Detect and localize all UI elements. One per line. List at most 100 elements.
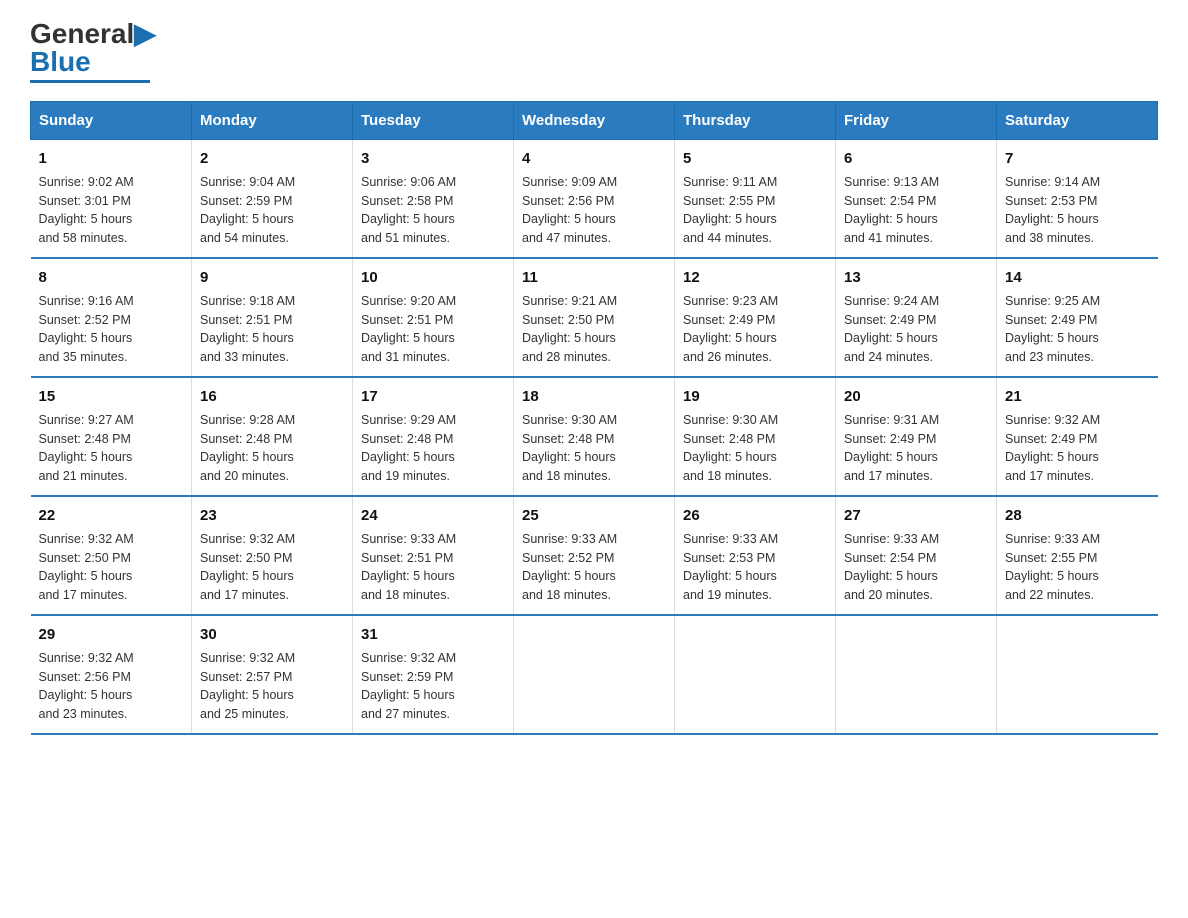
day-info: Sunrise: 9:28 AMSunset: 2:48 PMDaylight:…: [200, 413, 295, 483]
day-info: Sunrise: 9:14 AMSunset: 2:53 PMDaylight:…: [1005, 175, 1100, 245]
day-info: Sunrise: 9:09 AMSunset: 2:56 PMDaylight:…: [522, 175, 617, 245]
calendar-cell: 7 Sunrise: 9:14 AMSunset: 2:53 PMDayligh…: [997, 140, 1158, 259]
day-number: 7: [1005, 148, 1150, 169]
day-number: 6: [844, 148, 988, 169]
day-number: 24: [361, 505, 505, 526]
calendar-cell: 24 Sunrise: 9:33 AMSunset: 2:51 PMDaylig…: [353, 496, 514, 615]
day-info: Sunrise: 9:30 AMSunset: 2:48 PMDaylight:…: [683, 413, 778, 483]
calendar-cell: [675, 615, 836, 734]
day-number: 12: [683, 267, 827, 288]
day-info: Sunrise: 9:21 AMSunset: 2:50 PMDaylight:…: [522, 294, 617, 364]
calendar-cell: 9 Sunrise: 9:18 AMSunset: 2:51 PMDayligh…: [192, 258, 353, 377]
day-info: Sunrise: 9:24 AMSunset: 2:49 PMDaylight:…: [844, 294, 939, 364]
day-number: 3: [361, 148, 505, 169]
calendar-cell: 30 Sunrise: 9:32 AMSunset: 2:57 PMDaylig…: [192, 615, 353, 734]
calendar-cell: 22 Sunrise: 9:32 AMSunset: 2:50 PMDaylig…: [31, 496, 192, 615]
calendar-cell: 2 Sunrise: 9:04 AMSunset: 2:59 PMDayligh…: [192, 140, 353, 259]
calendar-week-row: 1 Sunrise: 9:02 AMSunset: 3:01 PMDayligh…: [31, 140, 1158, 259]
logo: General▶Blue: [30, 20, 156, 83]
calendar-cell: 23 Sunrise: 9:32 AMSunset: 2:50 PMDaylig…: [192, 496, 353, 615]
calendar-cell: 1 Sunrise: 9:02 AMSunset: 3:01 PMDayligh…: [31, 140, 192, 259]
day-info: Sunrise: 9:33 AMSunset: 2:54 PMDaylight:…: [844, 532, 939, 602]
day-info: Sunrise: 9:30 AMSunset: 2:48 PMDaylight:…: [522, 413, 617, 483]
day-number: 15: [39, 386, 184, 407]
day-number: 21: [1005, 386, 1150, 407]
calendar-cell: 8 Sunrise: 9:16 AMSunset: 2:52 PMDayligh…: [31, 258, 192, 377]
calendar-cell: 11 Sunrise: 9:21 AMSunset: 2:50 PMDaylig…: [514, 258, 675, 377]
day-number: 13: [844, 267, 988, 288]
day-header-friday: Friday: [836, 102, 997, 140]
day-number: 28: [1005, 505, 1150, 526]
day-number: 20: [844, 386, 988, 407]
day-number: 8: [39, 267, 184, 288]
day-number: 27: [844, 505, 988, 526]
logo-underline: [30, 80, 150, 83]
day-info: Sunrise: 9:33 AMSunset: 2:53 PMDaylight:…: [683, 532, 778, 602]
calendar-week-row: 15 Sunrise: 9:27 AMSunset: 2:48 PMDaylig…: [31, 377, 1158, 496]
day-info: Sunrise: 9:25 AMSunset: 2:49 PMDaylight:…: [1005, 294, 1100, 364]
day-header-saturday: Saturday: [997, 102, 1158, 140]
day-number: 17: [361, 386, 505, 407]
day-info: Sunrise: 9:32 AMSunset: 2:50 PMDaylight:…: [200, 532, 295, 602]
calendar-cell: 6 Sunrise: 9:13 AMSunset: 2:54 PMDayligh…: [836, 140, 997, 259]
calendar-cell: 21 Sunrise: 9:32 AMSunset: 2:49 PMDaylig…: [997, 377, 1158, 496]
day-number: 26: [683, 505, 827, 526]
day-info: Sunrise: 9:13 AMSunset: 2:54 PMDaylight:…: [844, 175, 939, 245]
calendar-cell: [997, 615, 1158, 734]
page-header: General▶Blue: [30, 20, 1158, 83]
day-number: 14: [1005, 267, 1150, 288]
day-header-thursday: Thursday: [675, 102, 836, 140]
day-info: Sunrise: 9:32 AMSunset: 2:49 PMDaylight:…: [1005, 413, 1100, 483]
calendar-cell: 10 Sunrise: 9:20 AMSunset: 2:51 PMDaylig…: [353, 258, 514, 377]
day-info: Sunrise: 9:11 AMSunset: 2:55 PMDaylight:…: [683, 175, 777, 245]
day-info: Sunrise: 9:33 AMSunset: 2:55 PMDaylight:…: [1005, 532, 1100, 602]
calendar-cell: 4 Sunrise: 9:09 AMSunset: 2:56 PMDayligh…: [514, 140, 675, 259]
day-info: Sunrise: 9:16 AMSunset: 2:52 PMDaylight:…: [39, 294, 134, 364]
calendar-cell: 31 Sunrise: 9:32 AMSunset: 2:59 PMDaylig…: [353, 615, 514, 734]
calendar-cell: 25 Sunrise: 9:33 AMSunset: 2:52 PMDaylig…: [514, 496, 675, 615]
day-number: 11: [522, 267, 666, 288]
day-number: 1: [39, 148, 184, 169]
calendar-cell: 14 Sunrise: 9:25 AMSunset: 2:49 PMDaylig…: [997, 258, 1158, 377]
calendar-cell: 15 Sunrise: 9:27 AMSunset: 2:48 PMDaylig…: [31, 377, 192, 496]
day-info: Sunrise: 9:20 AMSunset: 2:51 PMDaylight:…: [361, 294, 456, 364]
calendar-cell: 20 Sunrise: 9:31 AMSunset: 2:49 PMDaylig…: [836, 377, 997, 496]
day-info: Sunrise: 9:33 AMSunset: 2:52 PMDaylight:…: [522, 532, 617, 602]
day-number: 5: [683, 148, 827, 169]
day-number: 18: [522, 386, 666, 407]
day-number: 2: [200, 148, 344, 169]
calendar-week-row: 8 Sunrise: 9:16 AMSunset: 2:52 PMDayligh…: [31, 258, 1158, 377]
calendar-header-row: SundayMondayTuesdayWednesdayThursdayFrid…: [31, 102, 1158, 140]
day-number: 9: [200, 267, 344, 288]
day-info: Sunrise: 9:23 AMSunset: 2:49 PMDaylight:…: [683, 294, 778, 364]
calendar-cell: [836, 615, 997, 734]
day-info: Sunrise: 9:29 AMSunset: 2:48 PMDaylight:…: [361, 413, 456, 483]
day-info: Sunrise: 9:04 AMSunset: 2:59 PMDaylight:…: [200, 175, 295, 245]
day-number: 10: [361, 267, 505, 288]
calendar-cell: 28 Sunrise: 9:33 AMSunset: 2:55 PMDaylig…: [997, 496, 1158, 615]
calendar-cell: 17 Sunrise: 9:29 AMSunset: 2:48 PMDaylig…: [353, 377, 514, 496]
calendar-week-row: 29 Sunrise: 9:32 AMSunset: 2:56 PMDaylig…: [31, 615, 1158, 734]
calendar-cell: 3 Sunrise: 9:06 AMSunset: 2:58 PMDayligh…: [353, 140, 514, 259]
day-info: Sunrise: 9:32 AMSunset: 2:56 PMDaylight:…: [39, 651, 134, 721]
day-info: Sunrise: 9:31 AMSunset: 2:49 PMDaylight:…: [844, 413, 939, 483]
day-number: 29: [39, 624, 184, 645]
day-number: 31: [361, 624, 505, 645]
calendar-week-row: 22 Sunrise: 9:32 AMSunset: 2:50 PMDaylig…: [31, 496, 1158, 615]
day-header-monday: Monday: [192, 102, 353, 140]
day-header-sunday: Sunday: [31, 102, 192, 140]
day-info: Sunrise: 9:02 AMSunset: 3:01 PMDaylight:…: [39, 175, 134, 245]
calendar-cell: 12 Sunrise: 9:23 AMSunset: 2:49 PMDaylig…: [675, 258, 836, 377]
day-number: 30: [200, 624, 344, 645]
day-header-wednesday: Wednesday: [514, 102, 675, 140]
day-info: Sunrise: 9:27 AMSunset: 2:48 PMDaylight:…: [39, 413, 134, 483]
day-info: Sunrise: 9:32 AMSunset: 2:57 PMDaylight:…: [200, 651, 295, 721]
day-info: Sunrise: 9:32 AMSunset: 2:59 PMDaylight:…: [361, 651, 456, 721]
logo-text: General▶Blue: [30, 20, 156, 76]
day-number: 25: [522, 505, 666, 526]
calendar-cell: 5 Sunrise: 9:11 AMSunset: 2:55 PMDayligh…: [675, 140, 836, 259]
day-number: 4: [522, 148, 666, 169]
day-number: 22: [39, 505, 184, 526]
calendar-cell: 13 Sunrise: 9:24 AMSunset: 2:49 PMDaylig…: [836, 258, 997, 377]
day-info: Sunrise: 9:32 AMSunset: 2:50 PMDaylight:…: [39, 532, 134, 602]
